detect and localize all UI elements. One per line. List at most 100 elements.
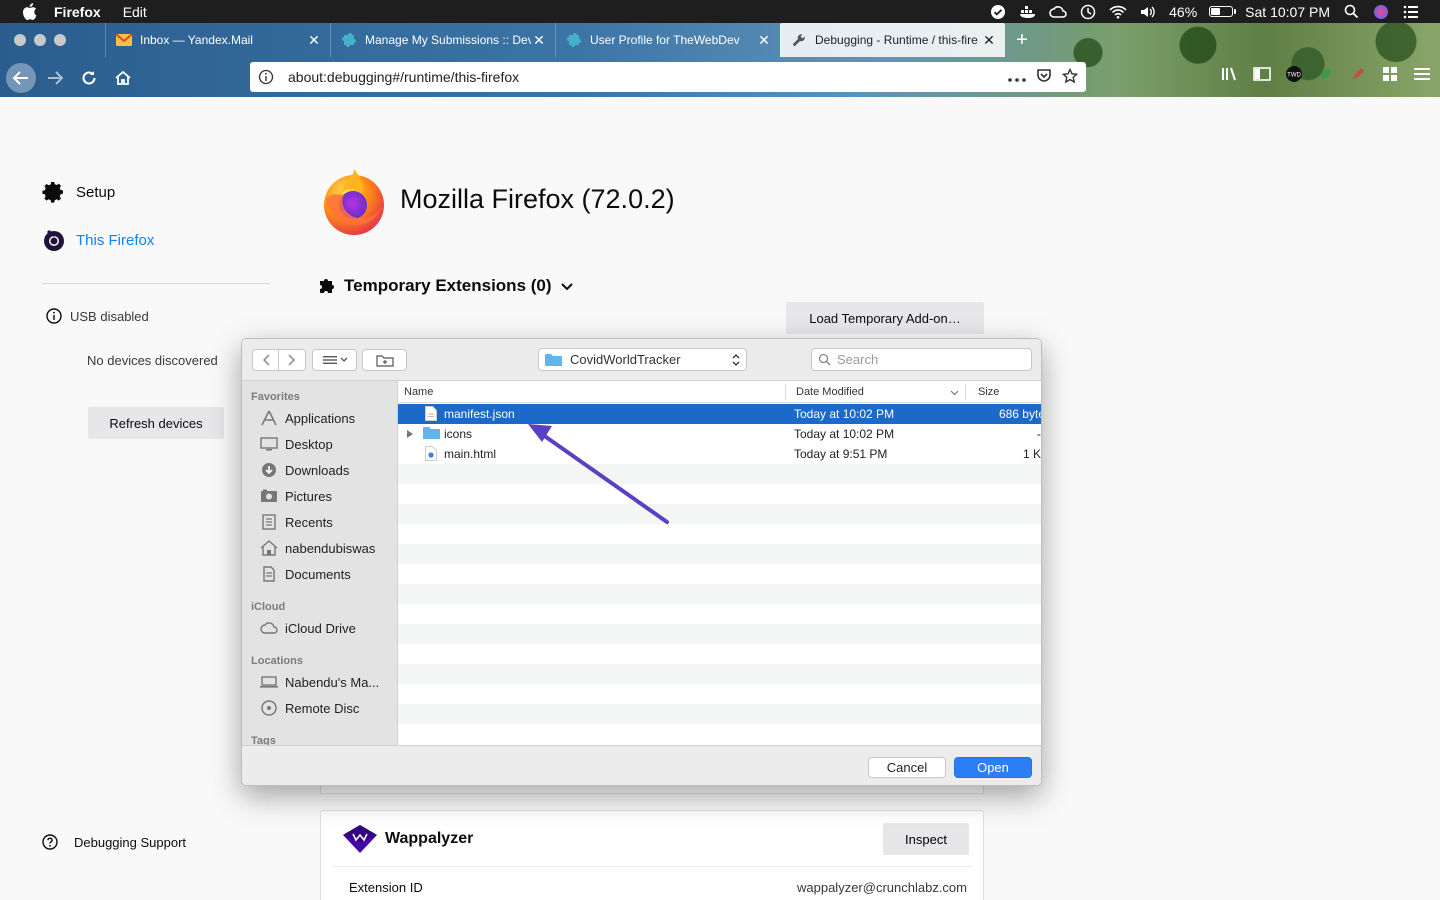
temporary-extensions-header[interactable]: Temporary Extensions (0) — [318, 276, 574, 296]
tab-debugging[interactable]: Debugging - Runtime / this-fire ✕ — [780, 23, 1005, 57]
column-divider — [785, 384, 786, 400]
creative-cloud-icon[interactable] — [1049, 4, 1067, 20]
volume-icon[interactable] — [1139, 4, 1157, 20]
tab-yandex-mail[interactable]: Inbox — Yandex.Mail ✕ — [105, 23, 330, 57]
notification-center-icon[interactable] — [1402, 4, 1420, 20]
file-row-manifest[interactable]: manifest.json Today at 10:02 PM 686 byte… — [398, 404, 1041, 424]
sidebar-item-label: nabendubiswas — [285, 540, 376, 556]
dialog-back-icon[interactable] — [253, 350, 279, 370]
documents-icon — [259, 565, 279, 583]
usb-status-label: USB disabled — [70, 308, 149, 324]
time-machine-icon[interactable] — [1079, 4, 1097, 20]
siri-icon[interactable] — [1372, 4, 1390, 20]
sidebar-item-label: Applications — [285, 410, 356, 426]
hamburger-menu-icon[interactable] — [1412, 63, 1432, 85]
sidebar-item-home[interactable]: nabendubiswas — [259, 539, 375, 557]
wifi-icon[interactable] — [1109, 4, 1127, 20]
zoom-window-button[interactable] — [54, 34, 66, 46]
tab-user-profile[interactable]: User Profile for TheWebDev ✕ — [555, 23, 780, 57]
sidebar-item-desktop[interactable]: Desktop — [259, 435, 333, 453]
sidebar-item-setup[interactable]: Setup — [42, 180, 115, 204]
sidebar-item-remote-disc[interactable]: Remote Disc — [259, 699, 359, 717]
extension-pen-icon[interactable] — [1348, 63, 1368, 85]
tab-title: User Profile for TheWebDev — [590, 33, 740, 47]
empty-row — [398, 504, 1041, 524]
file-row-icons[interactable]: icons Today at 10:02 PM -- — [398, 424, 1041, 444]
file-size: 1 KB — [1022, 447, 1041, 461]
apple-menu-icon[interactable] — [20, 3, 38, 21]
load-temporary-addon-button[interactable]: Load Temporary Add-on… — [786, 302, 984, 334]
view-options-button[interactable] — [312, 349, 357, 371]
dialog-footer: Cancel Open — [242, 745, 1041, 785]
file-row-main-html[interactable]: main.html Today at 9:51 PM 1 KB — [398, 444, 1041, 464]
menubar-clock[interactable]: Sat 10:07 PM — [1245, 4, 1330, 20]
tab-title: Manage My Submissions :: Dev — [365, 33, 531, 47]
refresh-devices-button[interactable]: Refresh devices — [88, 407, 224, 439]
dialog-sidebar: Favorites Applications Desktop Downloads… — [242, 381, 398, 745]
open-button[interactable]: Open — [954, 757, 1032, 778]
url-text[interactable]: about:debugging#/runtime/this-firefox — [288, 69, 1008, 85]
sidebar-item-downloads[interactable]: Downloads — [259, 461, 349, 479]
sidebar-item-recents[interactable]: Recents — [259, 513, 333, 531]
new-tab-button[interactable]: + — [1009, 23, 1035, 57]
dialog-search-field[interactable]: Search — [811, 348, 1032, 371]
sidebar-divider — [42, 283, 270, 284]
dialog-forward-icon[interactable] — [279, 350, 305, 370]
chevron-down-icon[interactable] — [560, 279, 574, 293]
status-check-icon[interactable] — [989, 4, 1007, 20]
extension-leaf-icon[interactable] — [1316, 63, 1336, 85]
back-forward-control — [252, 349, 306, 371]
sidebar-item-icloud-drive[interactable]: iCloud Drive — [259, 619, 356, 637]
close-tab-icon[interactable]: ✕ — [981, 32, 997, 48]
sidebar-item-pictures[interactable]: Pictures — [259, 487, 332, 505]
url-bar[interactable]: about:debugging#/runtime/this-firefox — [250, 62, 1086, 92]
disclosure-triangle-icon[interactable] — [406, 428, 416, 440]
forward-button[interactable] — [40, 63, 70, 93]
docker-icon[interactable] — [1019, 4, 1037, 20]
column-date-header[interactable]: Date Modified — [796, 386, 864, 398]
cancel-button[interactable]: Cancel — [868, 757, 946, 778]
sidebar-item-label: Setup — [76, 183, 116, 201]
current-folder-name: CovidWorldTracker — [570, 352, 681, 367]
tab-title: Inbox — Yandex.Mail — [140, 33, 253, 47]
debugging-support-link[interactable]: Debugging Support — [42, 834, 186, 850]
bookmark-star-icon[interactable] — [1061, 67, 1079, 87]
close-tab-icon[interactable]: ✕ — [531, 32, 547, 48]
downloads-icon — [259, 461, 279, 479]
battery-icon[interactable] — [1209, 6, 1237, 17]
sidebar-item-applications[interactable]: Applications — [259, 409, 355, 427]
page-actions-icon[interactable] — [1008, 69, 1026, 85]
extensions-grid-icon[interactable] — [1380, 63, 1400, 85]
folder-location-popup[interactable]: CovidWorldTracker — [538, 348, 747, 371]
sidebar-item-this-firefox[interactable]: This Firefox — [42, 228, 154, 252]
close-tab-icon[interactable]: ✕ — [756, 32, 772, 48]
recents-icon — [259, 513, 279, 531]
library-icon[interactable] — [1220, 63, 1240, 85]
twd-extension-icon[interactable]: TWD — [1284, 63, 1304, 85]
column-size-header[interactable]: Size — [978, 386, 999, 398]
sidebar-toggle-icon[interactable] — [1252, 63, 1272, 85]
locations-header: Locations — [251, 655, 303, 667]
empty-row — [398, 564, 1041, 584]
column-name-header[interactable]: Name — [404, 386, 433, 398]
back-button[interactable] — [6, 63, 36, 93]
tab-manage-submissions[interactable]: Manage My Submissions :: Dev ✕ — [330, 23, 555, 57]
inspect-button[interactable]: Inspect — [883, 823, 969, 855]
home-button[interactable] — [108, 63, 138, 93]
menu-app-name[interactable]: Firefox — [54, 4, 101, 20]
sidebar-item-documents[interactable]: Documents — [259, 565, 351, 583]
close-window-button[interactable] — [14, 34, 26, 46]
close-tab-icon[interactable]: ✕ — [306, 32, 322, 48]
new-folder-icon — [363, 350, 406, 370]
reload-button[interactable] — [74, 63, 104, 93]
battery-percent: 46% — [1169, 3, 1198, 20]
menu-edit[interactable]: Edit — [123, 4, 147, 20]
pocket-icon[interactable] — [1036, 68, 1052, 87]
minimize-window-button[interactable] — [34, 34, 46, 46]
extension-name: Wappalyzer — [385, 830, 474, 847]
sidebar-item-computer[interactable]: Nabendu's Ma... — [259, 673, 379, 691]
new-folder-button[interactable] — [362, 349, 407, 371]
site-info-icon[interactable] — [258, 69, 274, 85]
spotlight-search-icon[interactable] — [1342, 4, 1360, 20]
file-list: Name Date Modified Size manifest.json To… — [398, 381, 1041, 745]
